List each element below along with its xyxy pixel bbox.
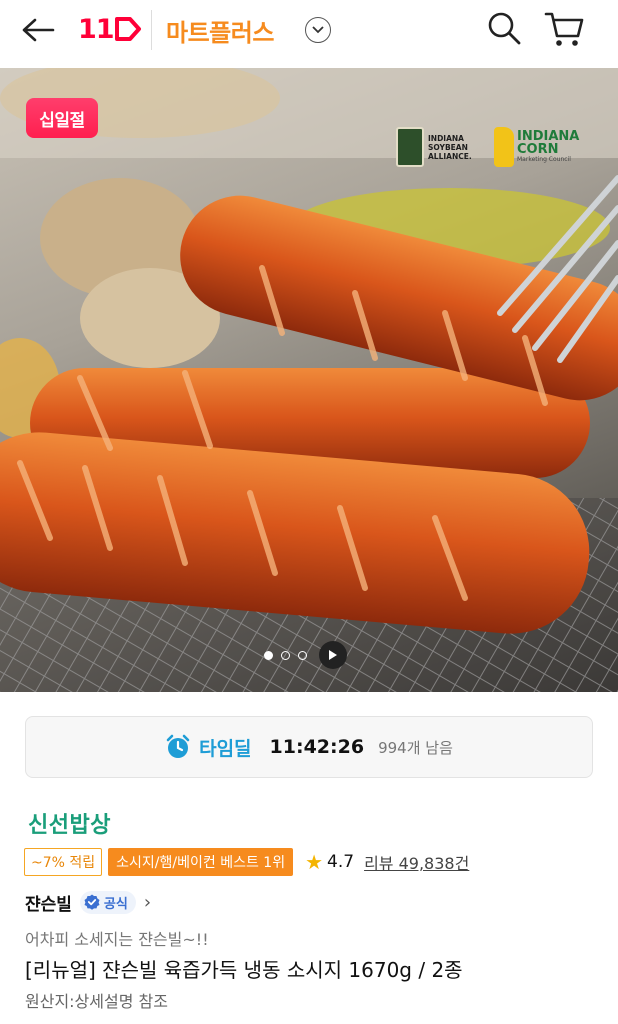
best-rank-tag[interactable]: 소시지/햄/베이컨 베스트 1위 bbox=[108, 848, 294, 876]
soybean-state-icon bbox=[396, 127, 424, 167]
carousel-dot-1[interactable] bbox=[264, 650, 273, 660]
soybean-text-1: INDIANA bbox=[428, 133, 464, 143]
carousel-dot-2[interactable] bbox=[281, 650, 290, 660]
time-deal-remaining: 994개 남음 bbox=[378, 738, 453, 757]
carousel-indicator bbox=[264, 641, 364, 669]
corn-text-2: CORN bbox=[517, 142, 559, 157]
eleven-street-logo[interactable]: 11 bbox=[78, 12, 142, 46]
rating: ★ 4.7 리뷰 49,838건 bbox=[305, 850, 469, 874]
verified-check-icon bbox=[84, 894, 100, 910]
soybean-text-2: SOYBEAN bbox=[428, 142, 468, 152]
product-hero-image[interactable]: 십일절 INDIANA SOYBEAN ALLIANCE. INDIANA CO… bbox=[0, 68, 618, 692]
indiana-soybean-logo: INDIANA SOYBEAN ALLIANCE. bbox=[396, 127, 486, 167]
logo-text: 11 bbox=[78, 13, 115, 45]
seller-link[interactable]: 쟌슨빌 공식 › bbox=[25, 888, 151, 916]
mall-name[interactable]: 마트플러스 bbox=[166, 13, 274, 48]
star-icon: ★ bbox=[305, 850, 324, 874]
top-header: 11 마트플러스 bbox=[0, 0, 618, 62]
chevron-down-icon[interactable] bbox=[305, 17, 331, 43]
sip-il-jeol-badge: 십일절 bbox=[26, 98, 98, 138]
promo-text: 어차피 소세지는 쟌슨빌~!! bbox=[25, 930, 209, 949]
partner-logos: INDIANA SOYBEAN ALLIANCE. INDIANA CORN M… bbox=[396, 120, 604, 174]
product-tags: ~7% 적립 소시지/햄/베이컨 베스트 1위 ★ 4.7 리뷰 49,838건 bbox=[24, 848, 469, 876]
rating-value: 4.7 bbox=[327, 852, 355, 872]
back-arrow-icon[interactable] bbox=[18, 12, 58, 48]
official-badge: 공식 bbox=[79, 890, 136, 914]
soybean-text-3: ALLIANCE. bbox=[428, 151, 472, 161]
review-count-link[interactable]: 리뷰 49,838건 bbox=[364, 850, 469, 874]
seller-name: 쟌슨빌 bbox=[25, 894, 72, 915]
cart-icon[interactable] bbox=[542, 7, 586, 51]
time-deal-banner[interactable]: 타임딜 11:42:26 994개 남음 bbox=[25, 716, 593, 778]
carousel-dot-3[interactable] bbox=[298, 650, 307, 660]
alarm-clock-icon bbox=[166, 734, 190, 758]
point-tag: ~7% 적립 bbox=[24, 848, 103, 876]
time-deal-label: 타임딜 bbox=[199, 737, 252, 760]
play-icon[interactable] bbox=[319, 641, 347, 669]
logo-play-mark-icon bbox=[114, 17, 141, 41]
official-label: 공식 bbox=[103, 896, 128, 912]
corn-text-sub: Marketing Council bbox=[517, 156, 571, 163]
time-deal-countdown: 11:42:26 bbox=[269, 736, 365, 758]
origin-info: 원산지:상세설명 참조 bbox=[25, 992, 168, 1011]
product-title: [리뉴얼] 쟌슨빌 육즙가득 냉동 소시지 1670g / 2종 bbox=[25, 958, 463, 982]
search-icon[interactable] bbox=[484, 8, 524, 48]
header-divider bbox=[151, 10, 152, 50]
corn-icon bbox=[494, 127, 514, 167]
indiana-corn-logo: INDIANA CORN Marketing Council bbox=[494, 127, 579, 167]
chevron-right-icon: › bbox=[143, 891, 152, 913]
brand-category-title[interactable]: 신선밥상 bbox=[28, 807, 111, 839]
